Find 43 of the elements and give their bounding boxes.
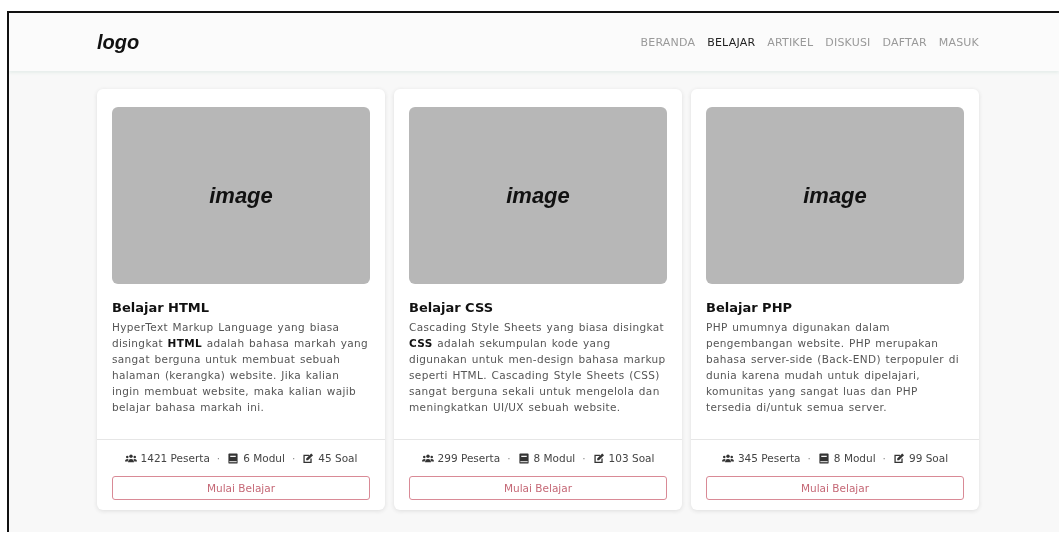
nav-link[interactable]: DAFTAR	[882, 35, 927, 49]
users-icon	[721, 452, 734, 464]
course-title: Belajar PHP	[706, 300, 794, 315]
image-label: image	[506, 182, 570, 209]
separator-dot: ·	[807, 452, 811, 464]
stat-text: 8 Modul	[833, 452, 876, 464]
edit-icon	[592, 452, 605, 464]
book-icon	[227, 452, 240, 464]
stat-text: 99 Soal	[908, 452, 949, 464]
stat-text: 345 Peserta	[737, 452, 801, 464]
logo: logo	[97, 30, 140, 54]
start-learning-button[interactable]: Mulai Belajar	[409, 476, 667, 500]
course-description: PHP umumnya digunakan dalam pengembangan website. PHP merupakan bahasa server-side (Back-END) terpopuler di dunia karena mudah untuk dipelajari, komunitas yang sangat luas dan PHP tersedia di/untuk semua server.	[706, 320, 960, 415]
stat-text: 103 Soal	[608, 452, 655, 464]
course-title: Belajar CSS	[409, 300, 495, 315]
separator-dot: ·	[291, 452, 296, 464]
course-description: HyperText Markup Language yang biasa disingkat HTML adalah bahasa markah yang sangat berguna untuk membuat sebuah halaman (kerangka) website. Jika kalian ingin membuat website, maka kalian wajib belajar bahasa markah ini.	[112, 320, 370, 415]
book-icon	[817, 452, 830, 464]
start-learning-button[interactable]: Mulai Belajar	[112, 476, 370, 500]
course-description: Cascading Style Sheets yang biasa disingkat CSS adalah sekumpulan kode yang digunakan untuk men-design bahasa markup seperti HTML. Cascading Style Sheets (CSS) sangat berguna sekali untuk mengelola dan meningkatkan UI/UX sebuah website.	[409, 320, 667, 415]
separator-dot: ·	[507, 452, 511, 464]
image-label: image	[209, 182, 273, 209]
edit-icon	[302, 452, 315, 464]
stat-text: 45 Soal	[318, 452, 358, 464]
stat-text: 8 Modul	[533, 452, 576, 464]
image-label: image	[803, 182, 867, 209]
nav-link[interactable]: DISKUSI	[825, 35, 871, 49]
start-learning-button[interactable]: Mulai Belajar	[706, 476, 964, 500]
users-icon	[421, 452, 434, 464]
book-icon	[517, 452, 530, 464]
course-title: Belajar HTML	[112, 300, 211, 315]
edit-icon	[892, 452, 905, 464]
nav-link[interactable]: ARTIKEL	[767, 35, 814, 49]
users-icon	[124, 452, 137, 464]
stat-text: 299 Peserta	[437, 452, 501, 464]
stat-text: 1421 Peserta	[140, 452, 210, 464]
separator-dot: ·	[582, 452, 586, 464]
nav-link[interactable]: MASUK	[938, 35, 979, 49]
nav-link[interactable]: BERANDA	[640, 35, 696, 49]
separator-dot: ·	[882, 452, 886, 464]
stat-text: 6 Modul	[243, 452, 285, 464]
separator-dot: ·	[216, 452, 221, 464]
nav-link[interactable]: BELAJAR	[707, 35, 756, 49]
